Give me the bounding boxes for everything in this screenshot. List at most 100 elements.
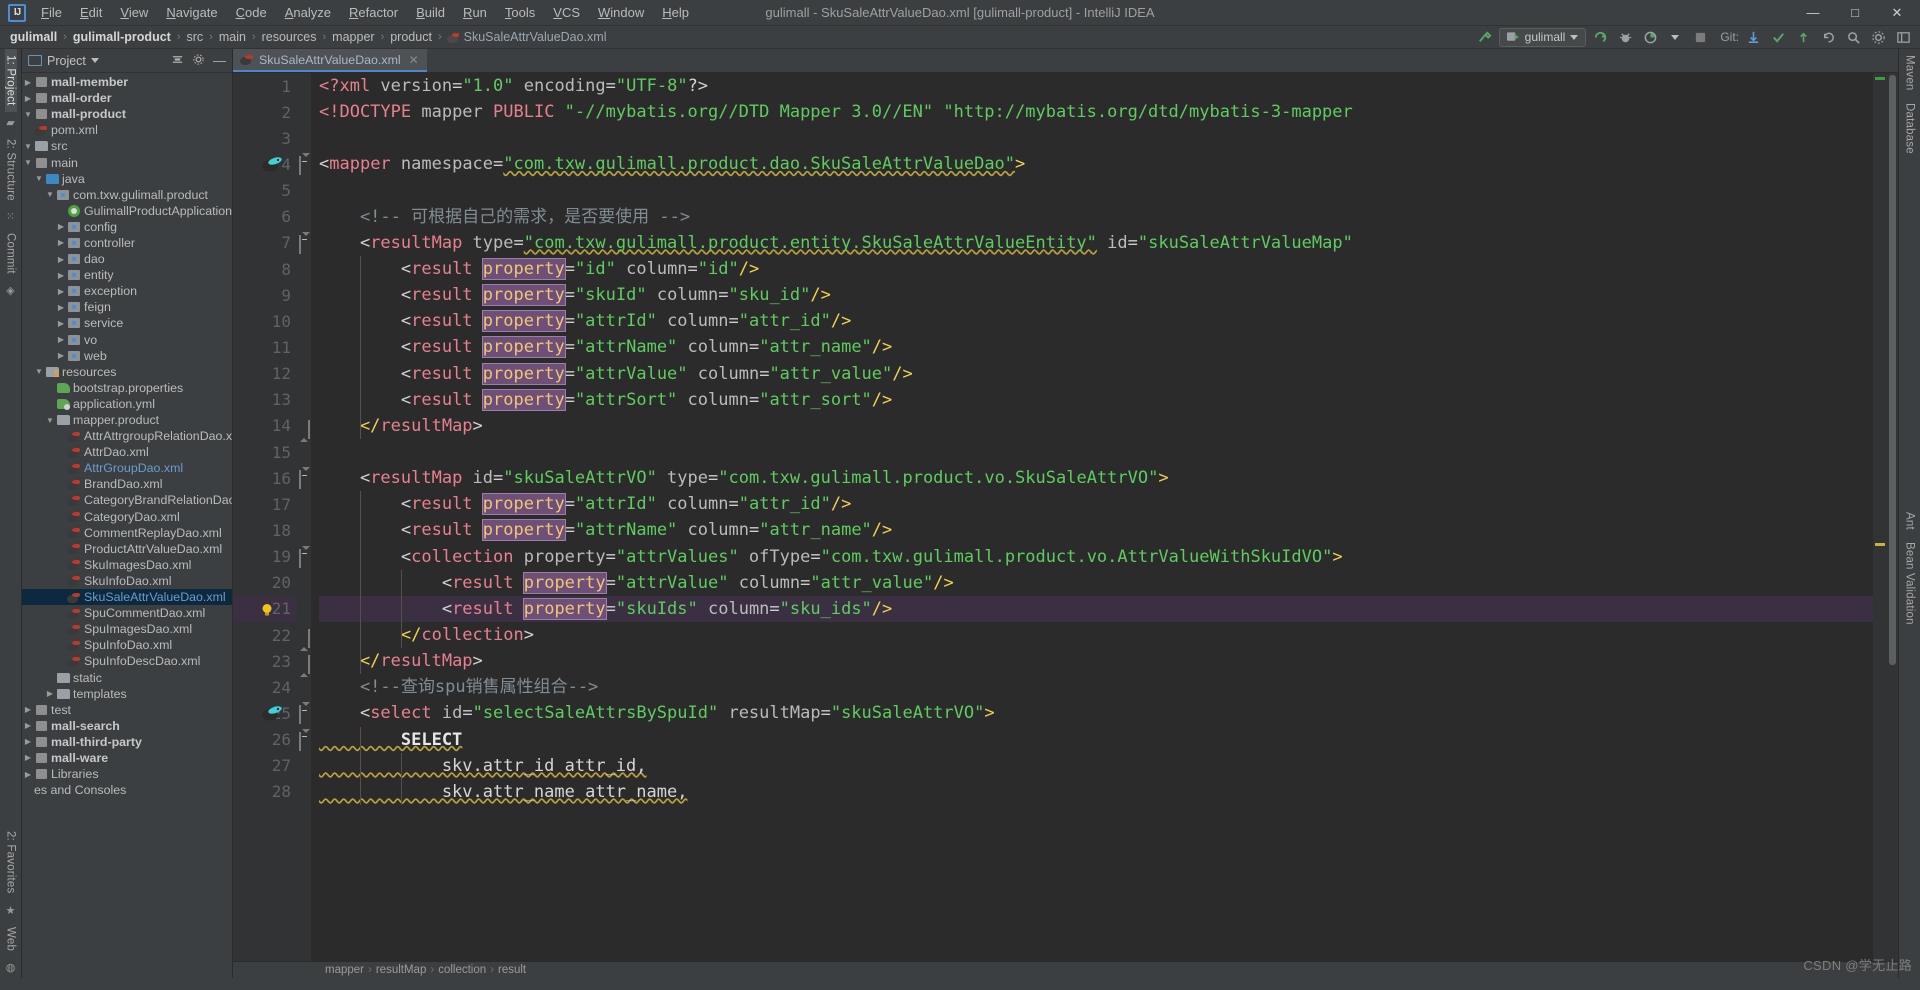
breadcrumb-item-mapper[interactable]: mapper bbox=[330, 30, 376, 44]
code-line[interactable]: </collection> bbox=[319, 622, 1873, 648]
line-number[interactable]: 15 bbox=[233, 439, 297, 465]
stop-button[interactable] bbox=[1689, 27, 1711, 47]
editor-breadcrumb-resultmap[interactable]: resultMap bbox=[376, 964, 427, 976]
chevron-right-icon[interactable]: ▶ bbox=[22, 721, 34, 730]
chevron-right-icon[interactable]: ▶ bbox=[22, 753, 34, 762]
breadcrumb-item-gulimall-product[interactable]: gulimall-product bbox=[71, 30, 173, 44]
line-number[interactable]: 10 bbox=[233, 308, 297, 334]
tree-item[interactable]: ▼ com.txw.gulimall.product bbox=[22, 187, 232, 203]
profiler-chevron-icon[interactable] bbox=[1664, 27, 1686, 47]
menu-file[interactable]: File bbox=[32, 2, 71, 23]
tree-item[interactable]: ▼ mapper.product bbox=[22, 412, 232, 428]
fold-collapse-icon[interactable] bbox=[299, 545, 310, 568]
tree-item[interactable]: SkuInfoDao.xml bbox=[22, 573, 232, 589]
code-line[interactable]: skv.attr_id attr_id, bbox=[319, 753, 1873, 779]
maximize-button[interactable]: □ bbox=[1834, 0, 1876, 26]
line-number[interactable]: 6 bbox=[233, 204, 297, 230]
chevron-right-icon[interactable]: ▶ bbox=[22, 78, 34, 87]
line-number[interactable]: 19 bbox=[233, 544, 297, 570]
line-number[interactable]: 2 bbox=[233, 99, 297, 125]
chevron-right-icon[interactable]: ▶ bbox=[44, 689, 56, 698]
chevron-right-icon[interactable]: ▶ bbox=[55, 351, 67, 360]
fold-collapse-icon[interactable] bbox=[299, 702, 310, 725]
tree-item[interactable]: ▶ mall-search bbox=[22, 718, 232, 734]
line-number[interactable]: 21 bbox=[233, 595, 297, 622]
search-everywhere-icon[interactable] bbox=[1842, 27, 1864, 47]
code-line[interactable]: <resultMap id="skuSaleAttrVO" type="com.… bbox=[319, 465, 1873, 491]
tree-item[interactable]: ▶ mall-third-party bbox=[22, 734, 232, 750]
tree-item[interactable]: ▼ mall-product bbox=[22, 106, 232, 122]
code-line[interactable]: <!DOCTYPE mapper PUBLIC "-//mybatis.org/… bbox=[319, 99, 1873, 125]
breadcrumb-item-product[interactable]: product bbox=[388, 30, 434, 44]
tree-item[interactable]: pom.xml bbox=[22, 122, 232, 138]
tree-item[interactable]: ▶ config bbox=[22, 219, 232, 235]
tree-item[interactable]: SpuCommentDao.xml bbox=[22, 605, 232, 621]
tree-item[interactable]: BrandDao.xml bbox=[22, 476, 232, 492]
chevron-down-icon[interactable]: ▼ bbox=[33, 174, 45, 183]
fold-collapse-icon[interactable] bbox=[299, 467, 310, 490]
project-settings-gear-icon[interactable] bbox=[192, 53, 205, 68]
tree-item[interactable]: SpuImagesDao.xml bbox=[22, 621, 232, 637]
tree-item[interactable]: ▶ web bbox=[22, 348, 232, 364]
error-stripe-marker-bar[interactable] bbox=[1873, 73, 1887, 961]
tree-item[interactable]: AttrGroupDao.xml bbox=[22, 460, 232, 476]
tree-item[interactable]: AttrDao.xml bbox=[22, 444, 232, 460]
fold-collapse-icon[interactable] bbox=[299, 153, 310, 176]
line-number[interactable]: 5 bbox=[233, 178, 297, 204]
star-icon[interactable]: ★ bbox=[6, 900, 16, 921]
code-line[interactable]: <!--查询spu销售属性组合--> bbox=[319, 674, 1873, 700]
tree-item[interactable]: ▶ templates bbox=[22, 686, 232, 702]
line-number[interactable]: 12 bbox=[233, 361, 297, 387]
code-line[interactable]: <resultMap type="com.txw.gulimall.produc… bbox=[319, 230, 1873, 256]
tree-item[interactable]: ▼ main bbox=[22, 154, 232, 170]
tree-item[interactable]: application.yml bbox=[22, 396, 232, 412]
code-line[interactable]: <result property="attrId" column="attr_i… bbox=[319, 491, 1873, 517]
editor-breadcrumb-collection[interactable]: collection bbox=[438, 964, 486, 976]
menu-navigate[interactable]: Navigate bbox=[157, 2, 226, 23]
project-tree[interactable]: ▶ mall-member ▶ mall-order ▼ mall-product pom.… bbox=[22, 73, 232, 978]
debug-button[interactable] bbox=[1614, 27, 1636, 47]
line-number[interactable]: 26 bbox=[233, 727, 297, 753]
line-number[interactable]: 17 bbox=[233, 491, 297, 517]
tree-item[interactable]: es and Consoles bbox=[22, 782, 232, 798]
menu-tools[interactable]: Tools bbox=[496, 2, 544, 23]
tree-item[interactable]: SkuSaleAttrValueDao.xml bbox=[22, 589, 232, 606]
code-line[interactable]: <mapper namespace="com.txw.gulimall.prod… bbox=[319, 151, 1873, 177]
chevron-right-icon[interactable]: ▶ bbox=[22, 770, 34, 779]
code-line[interactable]: </resultMap> bbox=[319, 413, 1873, 439]
code-line[interactable]: <result property="skuId" column="sku_id"… bbox=[319, 282, 1873, 308]
breadcrumb-item-skusaleattrvaluedao-xml[interactable]: SkuSaleAttrValueDao.xml bbox=[462, 30, 609, 44]
fold-expand-icon[interactable] bbox=[299, 419, 310, 442]
line-number[interactable]: 23 bbox=[233, 648, 297, 674]
run-button[interactable] bbox=[1589, 27, 1611, 47]
chevron-right-icon[interactable]: ▶ bbox=[55, 238, 67, 247]
tree-item[interactable]: CategoryBrandRelationDao.xml bbox=[22, 492, 232, 508]
menu-refactor[interactable]: Refactor bbox=[340, 2, 407, 23]
tool-window-structure[interactable]: 2: Structure bbox=[5, 133, 17, 207]
tool-window-commit[interactable]: Commit bbox=[5, 227, 17, 280]
line-number[interactable]: 20 bbox=[233, 570, 297, 596]
line-number[interactable]: 13 bbox=[233, 387, 297, 413]
tree-item[interactable]: ProductAttrValueDao.xml bbox=[22, 541, 232, 557]
tool-window-maven[interactable]: Maven bbox=[1904, 49, 1916, 97]
tree-item[interactable]: ▶ mall-order bbox=[22, 90, 232, 106]
tree-item[interactable]: ▶ mall-ware bbox=[22, 750, 232, 766]
git-push-icon[interactable] bbox=[1792, 27, 1814, 47]
tree-item[interactable]: ▶ mall-member bbox=[22, 74, 232, 90]
tree-item[interactable]: ▶ exception bbox=[22, 283, 232, 299]
code-line[interactable] bbox=[319, 439, 1873, 465]
tool-window-database[interactable]: Database bbox=[1904, 97, 1916, 160]
settings-gear-icon[interactable] bbox=[1867, 27, 1889, 47]
tree-item[interactable]: ▶ vo bbox=[22, 332, 232, 348]
line-number[interactable]: 8 bbox=[233, 256, 297, 282]
code-line[interactable]: <select id="selectSaleAttrsBySpuId" resu… bbox=[319, 700, 1873, 726]
tree-item[interactable]: SpuInfoDao.xml bbox=[22, 637, 232, 653]
tree-item[interactable]: ▼ src bbox=[22, 138, 232, 154]
code-folding-strip[interactable] bbox=[297, 73, 311, 961]
hide-panel-icon[interactable]: — bbox=[213, 54, 226, 67]
menu-run[interactable]: Run bbox=[454, 2, 496, 23]
code-line[interactable]: <result property="attrName" column="attr… bbox=[319, 334, 1873, 360]
breadcrumb-item-main[interactable]: main bbox=[217, 30, 248, 44]
close-button[interactable]: ✕ bbox=[1876, 0, 1918, 26]
tree-item[interactable]: SkuImagesDao.xml bbox=[22, 557, 232, 573]
